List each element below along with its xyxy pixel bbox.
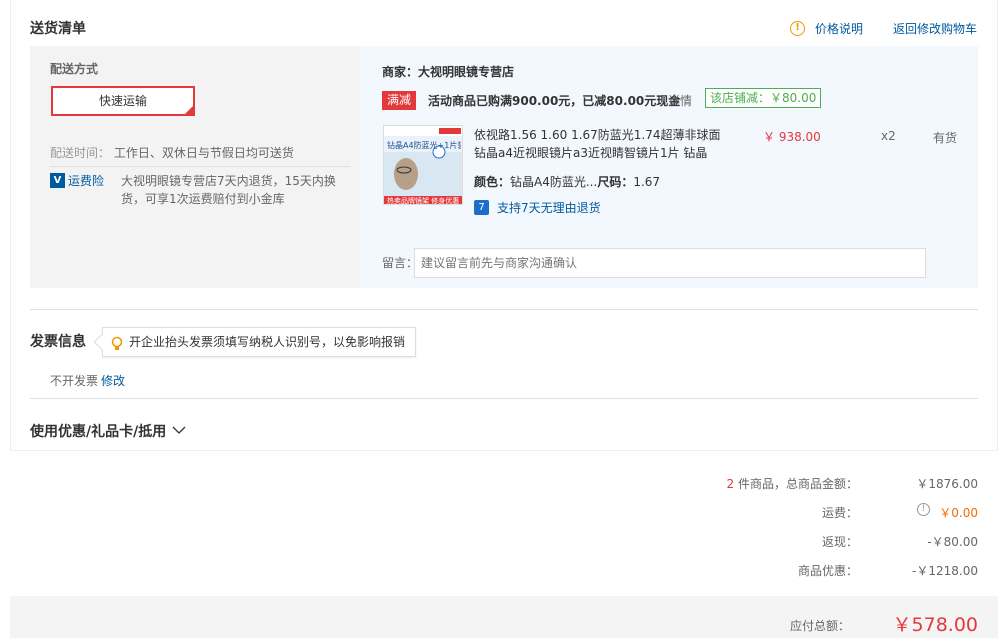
total-bar: 应付总额： ￥578.00 <box>10 596 998 638</box>
product-image <box>384 126 462 204</box>
section-divider-1 <box>30 309 978 310</box>
summary-discount-value: -￥1218.00 <box>912 564 978 578</box>
thumb-caption-top: 钻晶A4防蓝光+1片装 <box>387 141 461 150</box>
price-note-label: 价格说明 <box>815 22 864 36</box>
price-note-link[interactable]: ! 价格说明 <box>790 20 863 37</box>
chevron-down-icon <box>172 424 186 438</box>
summary-discount-label: 商品优惠： <box>797 564 858 578</box>
invoice-title: 发票信息 <box>30 334 86 350</box>
summary-freight-value: ￥0.00 <box>939 506 978 520</box>
summary-count-text: 件商品，总商品金额： <box>734 477 858 491</box>
ship-method-option[interactable]: 快速运输 ✓ <box>51 86 195 116</box>
shop-panel: 商家：大视明眼镜专营店 满减 活动商品已购满900.00元，已减80.00元现金… <box>360 46 978 288</box>
shop-name: 商家：大视明眼镜专营店 <box>382 65 515 79</box>
return-policy-label: 支持7天无理由退货 <box>497 201 601 215</box>
promo-text: 活动商品已购满900.00元，已减80.00元现金 <box>428 94 681 108</box>
coupon-title: 使用优惠/礼品卡/抵用 <box>30 424 167 440</box>
promo-detail-link[interactable]: 详情 <box>668 92 692 109</box>
product-qty: x2 <box>881 129 896 143</box>
delivery-time-value: 工作日、双休日与节假日均可送货 <box>113 146 294 160</box>
return-policy-link[interactable]: 7 支持7天无理由退货 <box>474 199 601 216</box>
shop-discount-badge: 该店铺减：￥80.00 <box>705 88 822 108</box>
ship-method-label: 快速运输 <box>98 94 147 108</box>
freight-info-icon[interactable]: ! <box>917 503 930 516</box>
invoice-tip-text: 开企业抬头发票须填写纳税人识别号，以免影响报销 <box>129 335 406 349</box>
summary-freight-label: 运费： <box>821 506 858 520</box>
product-title-link[interactable]: 依视路1.56 1.60 1.67防蓝光1.74超薄非球面 钻晶a4近视眼镜片a… <box>474 126 734 162</box>
freight-insurance-desc-line1: 大视明眼镜专营店7天内退货，15天内换 <box>121 174 336 188</box>
summary-goods-total: ￥1876.00 <box>916 477 978 491</box>
attr-color-value: 钻晶A4防蓝光... <box>510 175 598 189</box>
attr-color-label: 颜色： <box>474 175 511 189</box>
delivery-time-label: 配送时间： <box>50 146 111 160</box>
summary-rebate-label: 返现： <box>821 535 858 549</box>
info-circle-icon: ! <box>790 21 805 36</box>
message-input[interactable] <box>414 248 926 278</box>
thumb-caption-bottom: 热卖品牌镜架 修身优惠 <box>387 197 460 205</box>
freight-insurance-label: 运费险 <box>68 174 105 188</box>
freight-insurance-desc-line2: 货，可享1次运费赔付到小金库 <box>121 192 285 206</box>
coupon-toggle[interactable]: 使用优惠/礼品卡/抵用 <box>30 421 186 441</box>
product-thumbnail[interactable]: 钻晶A4防蓝光+1片装 热卖品牌镜架 修身优惠 <box>383 125 463 205</box>
lightbulb-icon <box>111 334 123 350</box>
product-title-line2: 钻晶a4近视眼镜片a3近视睛智镜片1片 钻晶 <box>474 146 708 160</box>
product-title-line1: 依视路1.56 1.60 1.67防蓝光1.74超薄非球面 <box>474 128 721 142</box>
delivery-method-panel: 配送方式 快速运输 ✓ 配送时间： 工作日、双休日与节假日均可送货 V 运费险 … <box>30 46 360 288</box>
summary-rebate-value: -￥80.00 <box>927 535 978 549</box>
payable-label: 应付总额： <box>789 619 850 633</box>
freight-insurance-link[interactable]: V 运费险 <box>50 172 104 189</box>
invoice-tip: 开企业抬头发票须填写纳税人识别号，以免影响报销 <box>93 327 417 357</box>
attr-size-value: 1.67 <box>633 175 661 189</box>
message-label: 留言： <box>382 256 419 270</box>
attr-size-label: 尺码： <box>597 175 634 189</box>
back-to-cart-link[interactable]: 返回修改购物车 <box>893 20 977 37</box>
freight-insurance-desc: 大视明眼镜专营店7天内退货，15天内换 货，可享1次运费赔付到小金库 <box>121 172 351 208</box>
product-stock: 有货 <box>933 131 958 145</box>
section-divider-2 <box>30 398 978 399</box>
payable-value: ￥578.00 <box>892 614 978 636</box>
delivery-method-label: 配送方式 <box>50 62 99 76</box>
invoice-edit-link[interactable]: 修改 <box>101 372 125 389</box>
promo-badge: 满减 <box>382 91 417 110</box>
delivery-title: 送货清单 <box>30 21 86 37</box>
invoice-value: 不开发票 <box>50 374 99 388</box>
return-7day-icon: 7 <box>474 200 489 215</box>
shield-icon: V <box>50 173 65 188</box>
delivery-time: 配送时间： 工作日、双休日与节假日均可送货 <box>50 144 294 161</box>
check-icon: ✓ <box>186 104 193 113</box>
delivery-divider <box>50 166 350 167</box>
summary-count: 2 件商品，总商品金额： <box>727 475 858 492</box>
product-price: ￥ 938.00 <box>763 130 821 144</box>
product-attrs: 颜色：钻晶A4防蓝光...尺码：1.67 <box>474 173 660 190</box>
